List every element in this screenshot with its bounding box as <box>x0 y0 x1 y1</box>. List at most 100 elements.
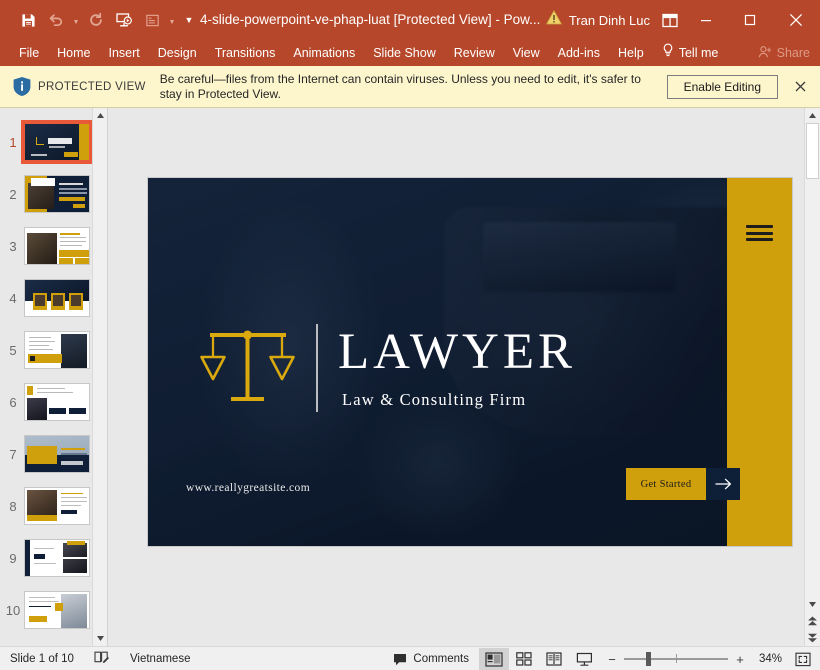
slide-preview <box>24 539 90 577</box>
fit-slide-to-window-icon[interactable] <box>790 648 816 670</box>
thumbnail-scroll-track[interactable] <box>93 123 107 631</box>
scroll-down-icon[interactable] <box>805 597 820 612</box>
scales-of-justice-icon <box>200 327 296 409</box>
normal-view-button[interactable] <box>479 648 509 670</box>
slide-thumbnail-4[interactable]: 4 <box>0 272 107 324</box>
close-icon[interactable] <box>772 0 820 40</box>
slide-number: 10 <box>2 603 24 618</box>
share-person-icon <box>758 45 772 62</box>
zoom-control[interactable]: − + 34% <box>599 652 790 667</box>
minimize-icon[interactable] <box>684 0 728 40</box>
slide-counter[interactable]: Slide 1 of 10 <box>0 647 84 670</box>
get-started-cta[interactable]: Get Started <box>626 468 740 500</box>
slide-thumbnail-6[interactable]: 6 <box>0 376 107 428</box>
zoom-slider-handle[interactable] <box>646 652 651 666</box>
slide-scrollbar[interactable] <box>804 108 820 646</box>
slide-thumbnail-list: 1 2 <box>0 108 107 636</box>
touch-mode-icon[interactable] <box>138 6 166 34</box>
zoom-level-label[interactable]: 34% <box>752 653 782 665</box>
slide-scroll-track[interactable] <box>805 179 820 597</box>
slide-preview <box>24 227 90 265</box>
slide-preview <box>24 175 90 213</box>
slide-sorter-view-button[interactable] <box>509 648 539 670</box>
maximize-icon[interactable] <box>728 0 772 40</box>
tab-insert[interactable]: Insert <box>100 40 149 66</box>
tab-transitions[interactable]: Transitions <box>206 40 285 66</box>
thumbnail-scrollbar[interactable] <box>92 108 107 646</box>
touch-mode-dropdown-icon[interactable]: ▼ <box>166 6 178 34</box>
slide-thumbnail-7[interactable]: 7 <box>0 428 107 480</box>
slide-thumbnail-9[interactable]: 9 <box>0 532 107 584</box>
scroll-up-icon[interactable] <box>805 108 820 123</box>
tab-home[interactable]: Home <box>48 40 99 66</box>
slide-number: 3 <box>2 239 24 254</box>
spell-check-button[interactable] <box>84 647 120 670</box>
slide-counter-label: Slide 1 of 10 <box>10 653 74 665</box>
vertical-divider <box>316 324 318 412</box>
slide-thumbnail-5[interactable]: 5 <box>0 324 107 376</box>
customize-qat-icon[interactable]: ▼ <box>178 6 200 34</box>
undo-dropdown-icon[interactable]: ▼ <box>70 6 82 34</box>
zoom-out-button[interactable]: − <box>607 652 617 667</box>
slide-editing-pane[interactable]: LAWYER Law & Consulting Firm www.reallyg… <box>108 108 820 646</box>
redo-icon[interactable] <box>82 6 110 34</box>
tab-design[interactable]: Design <box>149 40 206 66</box>
tab-help[interactable]: Help <box>609 40 653 66</box>
slide-number: 5 <box>2 343 24 358</box>
arrow-right-icon[interactable] <box>706 468 740 500</box>
scroll-up-icon[interactable] <box>93 108 107 123</box>
tab-file[interactable]: File <box>10 40 48 66</box>
zoom-in-button[interactable]: + <box>735 652 745 667</box>
share-label: Share <box>777 46 810 60</box>
slide-thumbnail-3[interactable]: 3 <box>0 220 107 272</box>
slide-preview <box>24 487 90 525</box>
comments-button[interactable]: Comments <box>383 647 479 670</box>
spell-check-icon <box>94 650 110 667</box>
account-name: Tran Dinh Luc <box>569 13 650 28</box>
account-info[interactable]: Tran Dinh Luc <box>546 0 650 40</box>
slide-thumbnail-8[interactable]: 8 <box>0 480 107 532</box>
tab-view[interactable]: View <box>504 40 549 66</box>
previous-slide-button[interactable] <box>805 612 820 629</box>
reading-view-button[interactable] <box>539 648 569 670</box>
undo-icon[interactable] <box>42 6 70 34</box>
slide-number: 2 <box>2 187 24 202</box>
zoom-slider[interactable] <box>624 658 728 660</box>
ribbon-tab-bar: File Home Insert Design Transitions Anim… <box>0 40 820 66</box>
tell-me-box[interactable]: Tell me <box>653 40 728 66</box>
slide-website-text: www.reallygreatsite.com <box>186 482 310 494</box>
slide-number: 9 <box>2 551 24 566</box>
slide-thumbnail-pane[interactable]: 1 2 <box>0 108 108 646</box>
work-area: 1 2 <box>0 108 820 646</box>
slide-title: LAWYER <box>338 327 576 378</box>
slide-thumbnail-10[interactable]: 10 <box>0 584 107 636</box>
save-icon[interactable] <box>14 6 42 34</box>
tab-add-ins[interactable]: Add-ins <box>549 40 609 66</box>
slide-thumbnail-1[interactable]: 1 <box>0 116 107 168</box>
language-indicator[interactable]: Vietnamese <box>120 647 201 670</box>
hamburger-menu-icon[interactable] <box>746 225 773 241</box>
lightbulb-icon <box>662 40 674 66</box>
slide-preview <box>24 123 90 161</box>
tab-animations[interactable]: Animations <box>284 40 364 66</box>
get-started-button[interactable]: Get Started <box>626 468 706 500</box>
next-slide-button[interactable] <box>805 629 820 646</box>
current-slide[interactable]: LAWYER Law & Consulting Firm www.reallyg… <box>148 178 792 546</box>
protected-view-bar: PROTECTED VIEW Be careful—files from the… <box>0 66 820 108</box>
share-button[interactable]: Share <box>758 45 810 62</box>
enable-editing-button[interactable]: Enable Editing <box>667 75 778 99</box>
document-title: 4-slide-powerpoint-ve-phap-luat [Protect… <box>200 0 540 40</box>
protected-view-message: Be careful—files from the Internet can c… <box>160 72 660 102</box>
title-bar: ▼ <box>0 0 820 40</box>
present-icon[interactable] <box>110 6 138 34</box>
slide-number: 6 <box>2 395 24 410</box>
tab-slide-show[interactable]: Slide Show <box>364 40 445 66</box>
close-icon[interactable] <box>790 77 810 97</box>
slide-thumbnail-2[interactable]: 2 <box>0 168 107 220</box>
slide-show-button[interactable] <box>569 648 599 670</box>
slide-scroll-thumb[interactable] <box>806 123 819 179</box>
tab-review[interactable]: Review <box>445 40 504 66</box>
scroll-down-icon[interactable] <box>93 631 107 646</box>
slide-preview <box>24 331 90 369</box>
slide-subtitle: Law & Consulting Firm <box>342 390 576 410</box>
